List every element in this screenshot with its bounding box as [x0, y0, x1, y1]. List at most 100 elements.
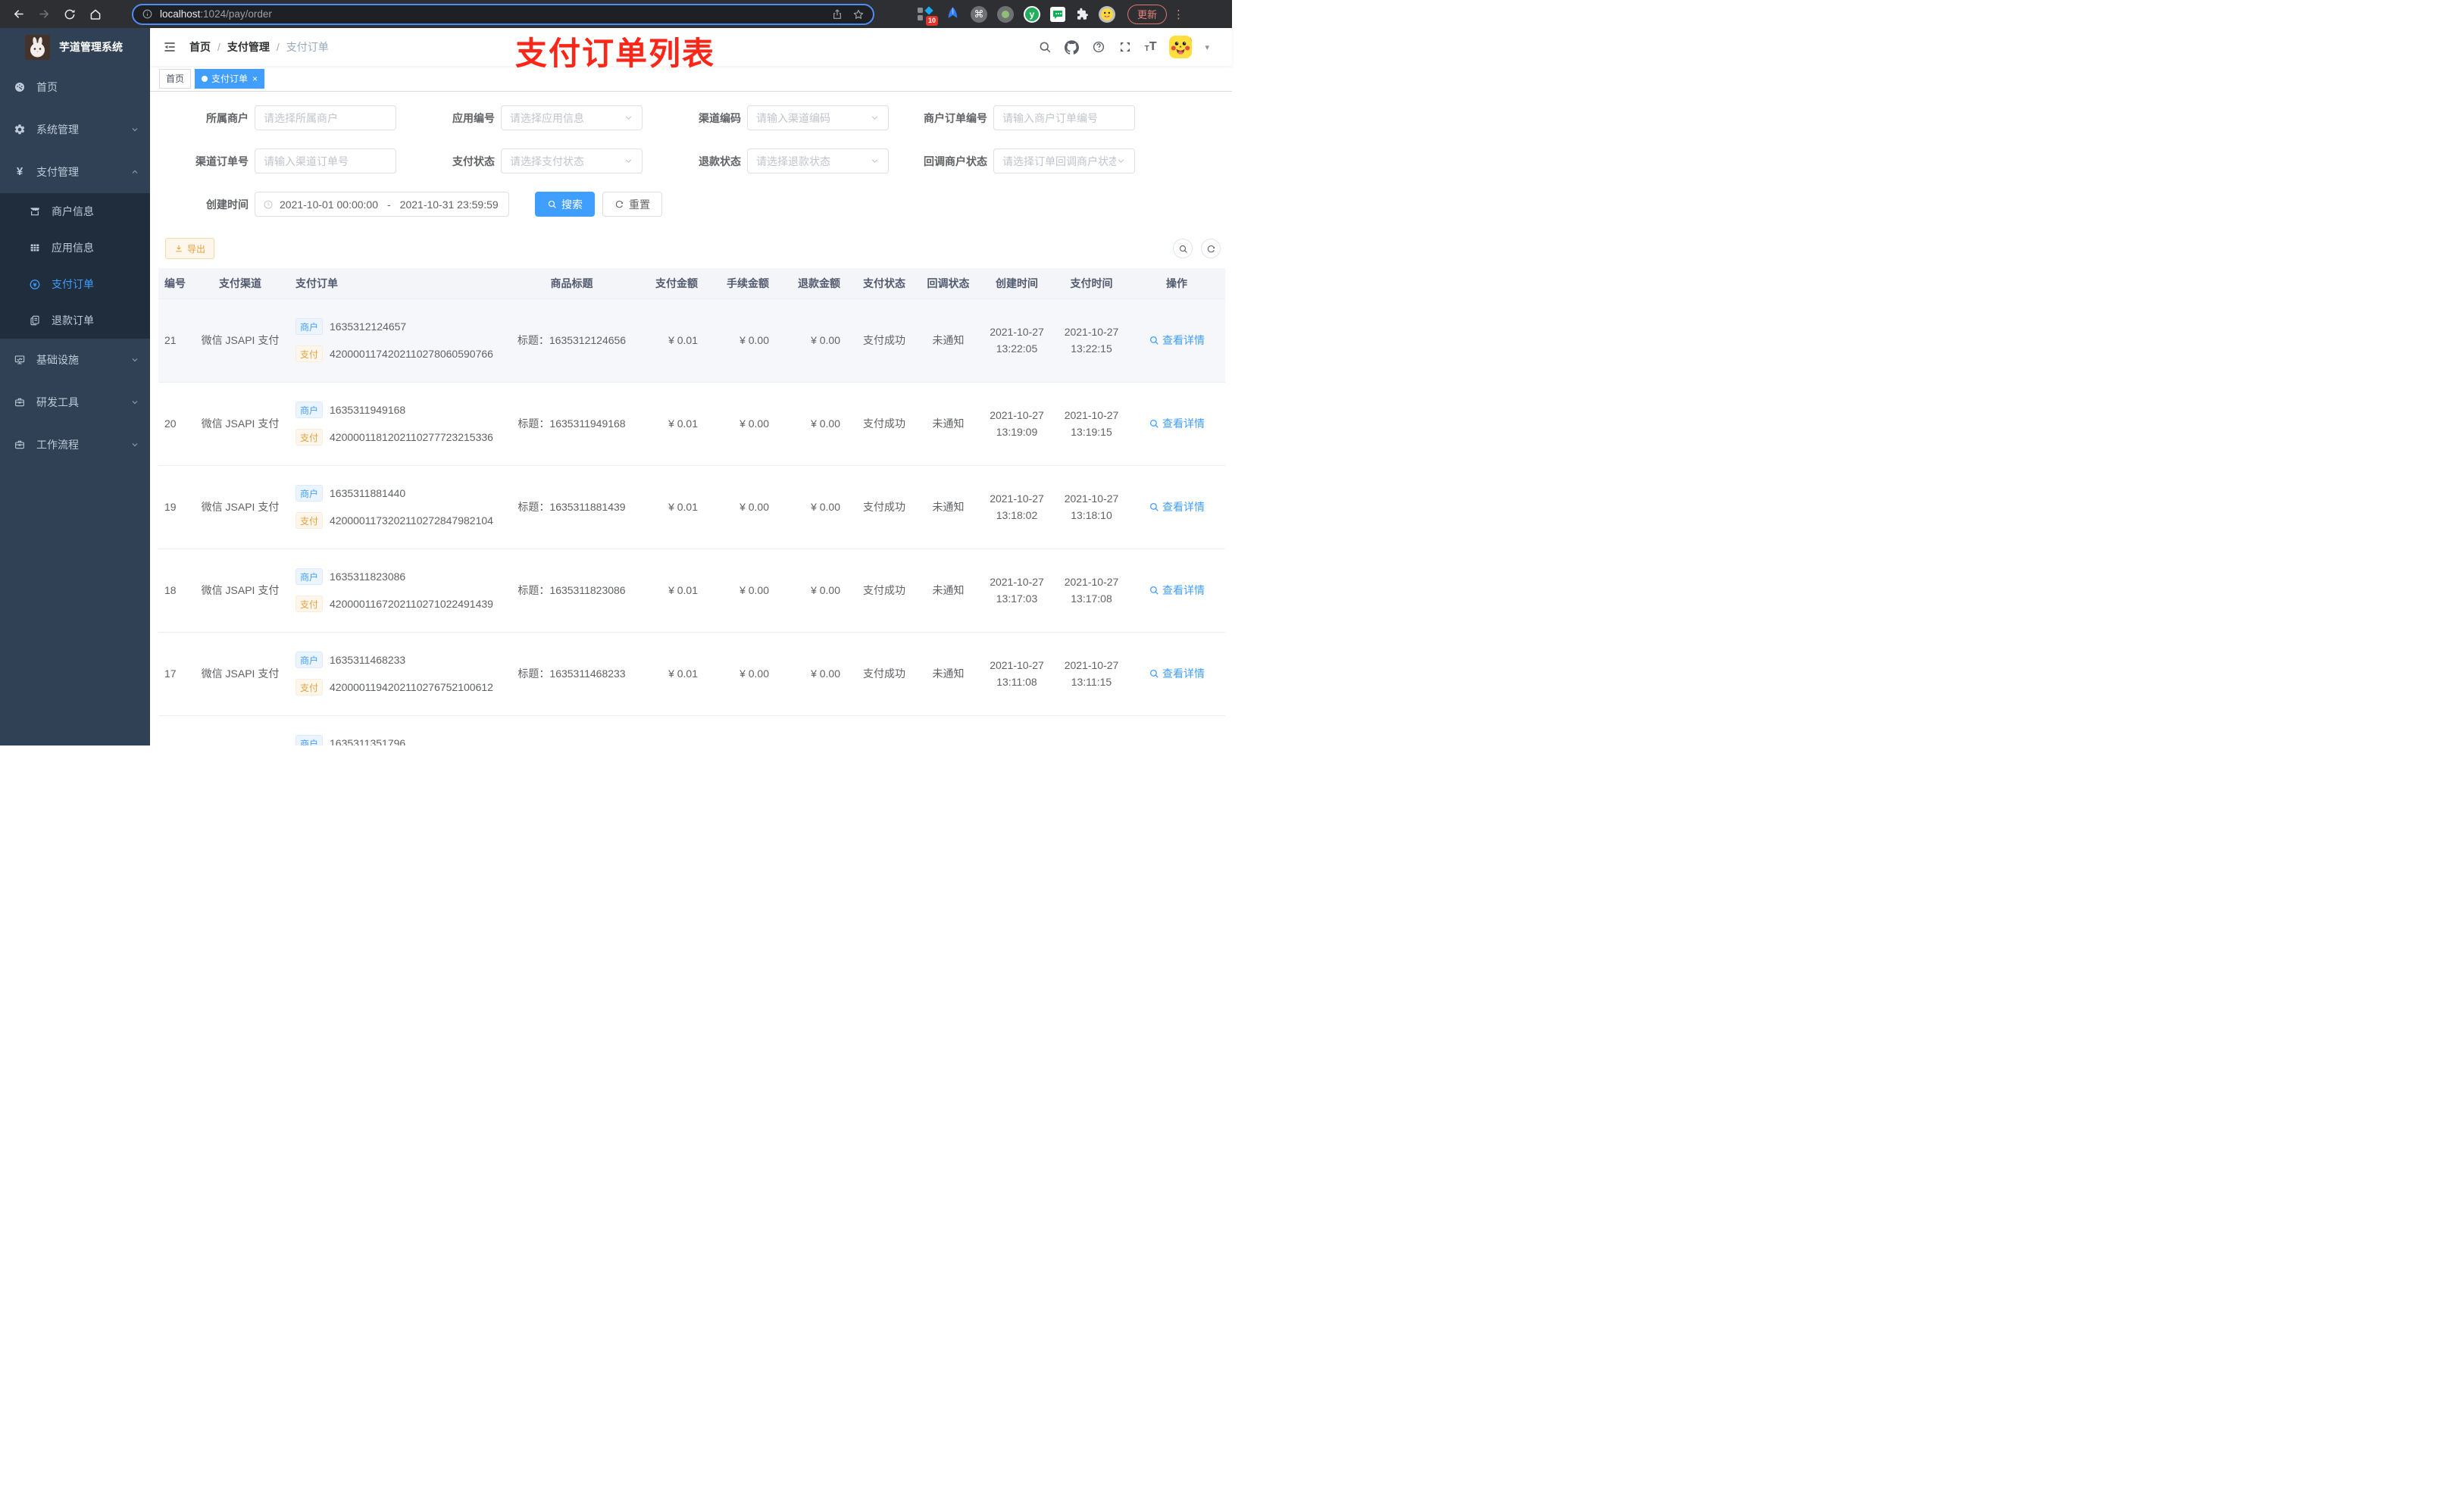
filter-channel-order-no-input[interactable]: 请输入渠道订单号 — [255, 148, 396, 173]
merchant-tag: 商户 — [295, 652, 323, 668]
refresh-button[interactable] — [1201, 239, 1221, 258]
sidebar-item-pay-order[interactable]: ¥ 支付订单 — [0, 266, 150, 302]
chevron-down-icon — [130, 125, 139, 134]
github-icon[interactable] — [1064, 39, 1079, 55]
filter-label: 商户订单编号 — [924, 111, 987, 124]
date-range-picker[interactable]: 2021-10-01 00:00:00 - 2021-10-31 23:59:5… — [255, 192, 509, 217]
merchant-order-no: 1635311881440 — [330, 487, 406, 499]
sidebar-item-dev-tools[interactable]: 研发工具 — [0, 381, 150, 424]
avatar[interactable] — [1169, 36, 1193, 58]
filter-merchant-order-no-input[interactable]: 请输入商户订单编号 — [993, 105, 1135, 130]
tab-home[interactable]: 首页 — [159, 68, 192, 89]
yen-circle-icon: ¥ — [29, 278, 41, 291]
puzzle-extensions-icon[interactable] — [1075, 8, 1089, 21]
cell-fee: ¥ 0.00 — [708, 465, 780, 549]
close-icon[interactable]: × — [252, 73, 258, 84]
filter-pay-status-select[interactable]: 请选择支付状态 — [501, 148, 643, 173]
tab-pay-order[interactable]: 支付订单 × — [195, 68, 265, 89]
breadcrumb-separator: / — [276, 41, 280, 53]
placeholder-text: 请选择支付状态 — [510, 155, 584, 167]
sidebar-item-app-info[interactable]: 应用信息 — [0, 230, 150, 266]
export-button[interactable]: 导出 — [165, 238, 215, 259]
chrome-update-button[interactable]: 更新 — [1127, 4, 1168, 24]
url-bar[interactable]: localhost:1024/pay/order — [132, 3, 874, 25]
cell-pay-status: 支付成功 — [851, 382, 918, 466]
filter-app-no-select[interactable]: 请选择应用信息 — [501, 105, 643, 130]
help-icon[interactable] — [1092, 40, 1105, 54]
chat-extension-icon[interactable] — [1050, 6, 1065, 22]
filter-row: 渠道订单号 请输入渠道订单号 支付状态 请选择支付状态 退款状态 请选择退款状态 回调商户状… — [165, 148, 1232, 173]
filter-label: 支付状态 — [452, 155, 495, 167]
chevron-down-icon — [1116, 156, 1126, 166]
command-icon[interactable]: ⌘ — [971, 5, 987, 23]
y-extension-icon[interactable]: y — [1024, 5, 1040, 23]
cell-pay-status: 支付成功 — [851, 299, 918, 383]
cell-title: 标题：1635311881439 — [506, 465, 637, 549]
table-row: 18 微信 JSAPI 支付 商户 1635311823086 支付 4200001167… — [158, 549, 1225, 633]
sidebar-item-label: 系统管理 — [36, 123, 79, 136]
sidebar-item-refund-order[interactable]: 退款订单 — [0, 302, 150, 339]
filter-merchant-input[interactable]: 请选择所属商户 — [255, 105, 396, 130]
chevron-down-icon[interactable]: ▾ — [1205, 42, 1209, 52]
extension-badge-icon[interactable]: 10 — [917, 5, 938, 26]
sidebar-item-home[interactable]: 首页 — [0, 66, 150, 108]
cell-pay-status: 支付成功 — [851, 549, 918, 633]
breadcrumb-item-payment[interactable]: 支付管理 — [227, 39, 270, 55]
extensions-area: 10 ⌘ y — [917, 5, 1115, 26]
pay-tag: 支付 — [295, 345, 323, 362]
merchant-tag: 商户 — [295, 485, 323, 502]
sidebar-item-workflow[interactable]: 工作流程 — [0, 424, 150, 466]
fullscreen-icon[interactable] — [1118, 40, 1132, 54]
forward-icon[interactable] — [33, 4, 55, 25]
breadcrumb-item-home[interactable]: 首页 — [189, 39, 211, 55]
reset-button[interactable]: 重置 — [602, 192, 662, 217]
filter-label: 所属商户 — [206, 111, 249, 124]
font-size-icon[interactable]: TT — [1145, 41, 1157, 53]
filter-refund-status-select[interactable]: 请选择退款状态 — [747, 148, 889, 173]
briefcase-icon — [14, 439, 26, 451]
record-icon[interactable] — [997, 5, 1014, 23]
kite-icon[interactable] — [945, 6, 961, 22]
filter-row: 所属商户 请选择所属商户 应用编号 请选择应用信息 渠道编码 请输入渠道编码 商户订单编号 请… — [165, 105, 1232, 130]
share-icon[interactable] — [831, 8, 843, 20]
info-icon[interactable] — [142, 8, 153, 20]
sidebar-item-payment[interactable]: ¥ 支付管理 — [0, 151, 150, 193]
reload-icon[interactable] — [59, 4, 80, 25]
sidebar-item-merchant-info[interactable]: 商户信息 — [0, 193, 150, 230]
hamburger-icon[interactable] — [162, 39, 177, 55]
annotation-overlay: 支付订单列表 — [515, 36, 716, 71]
toggle-search-button[interactable] — [1173, 239, 1193, 258]
view-detail-link[interactable]: 查看详情 — [1149, 583, 1205, 598]
home-icon[interactable] — [85, 4, 106, 25]
active-dot-icon — [202, 75, 208, 82]
cell-notify-status: 未通知 — [918, 632, 979, 716]
column-header: 操作 — [1128, 268, 1225, 299]
filter-date-row: 创建时间 2021-10-01 00:00:00 - 2021-10-31 23… — [165, 192, 1232, 217]
chevron-down-icon — [130, 398, 139, 407]
emoji-profile-icon[interactable] — [1099, 5, 1115, 23]
cell-notify-status — [918, 715, 979, 746]
filter-notify-status-select[interactable]: 请选择订单回调商户状态 — [993, 148, 1135, 173]
placeholder-text: 请选择退款状态 — [756, 155, 830, 167]
sidebar-item-system[interactable]: 系统管理 — [0, 108, 150, 151]
cell-title: 标题：1635311949168 — [506, 382, 637, 466]
view-detail-link[interactable]: 查看详情 — [1149, 666, 1205, 681]
back-icon[interactable] — [8, 4, 29, 25]
sidebar-item-label: 退款订单 — [52, 314, 94, 327]
merchant-order-no: 1635311949168 — [330, 404, 406, 416]
bookmark-star-icon[interactable] — [852, 8, 865, 20]
search-button[interactable]: 搜索 — [535, 192, 595, 217]
search-icon[interactable] — [1038, 40, 1052, 54]
browser-menu-icon[interactable]: ⋮ — [1173, 8, 1184, 21]
view-detail-link[interactable]: 查看详情 — [1149, 333, 1205, 348]
sidebar-item-infrastructure[interactable]: 基础设施 — [0, 339, 150, 381]
cell-order-numbers: 商户1635311351796支付 — [289, 715, 506, 746]
filter-create-time-field: 创建时间 2021-10-01 00:00:00 - 2021-10-31 23… — [165, 192, 509, 217]
cell-id: 19 — [158, 465, 192, 549]
view-detail-link[interactable]: 查看详情 — [1149, 416, 1205, 431]
cell-actions — [1128, 715, 1225, 746]
view-detail-link[interactable]: 查看详情 — [1149, 499, 1205, 514]
cell-refund — [780, 715, 851, 746]
chevron-down-icon — [870, 156, 880, 166]
filter-channel-code-select[interactable]: 请输入渠道编码 — [747, 105, 889, 130]
